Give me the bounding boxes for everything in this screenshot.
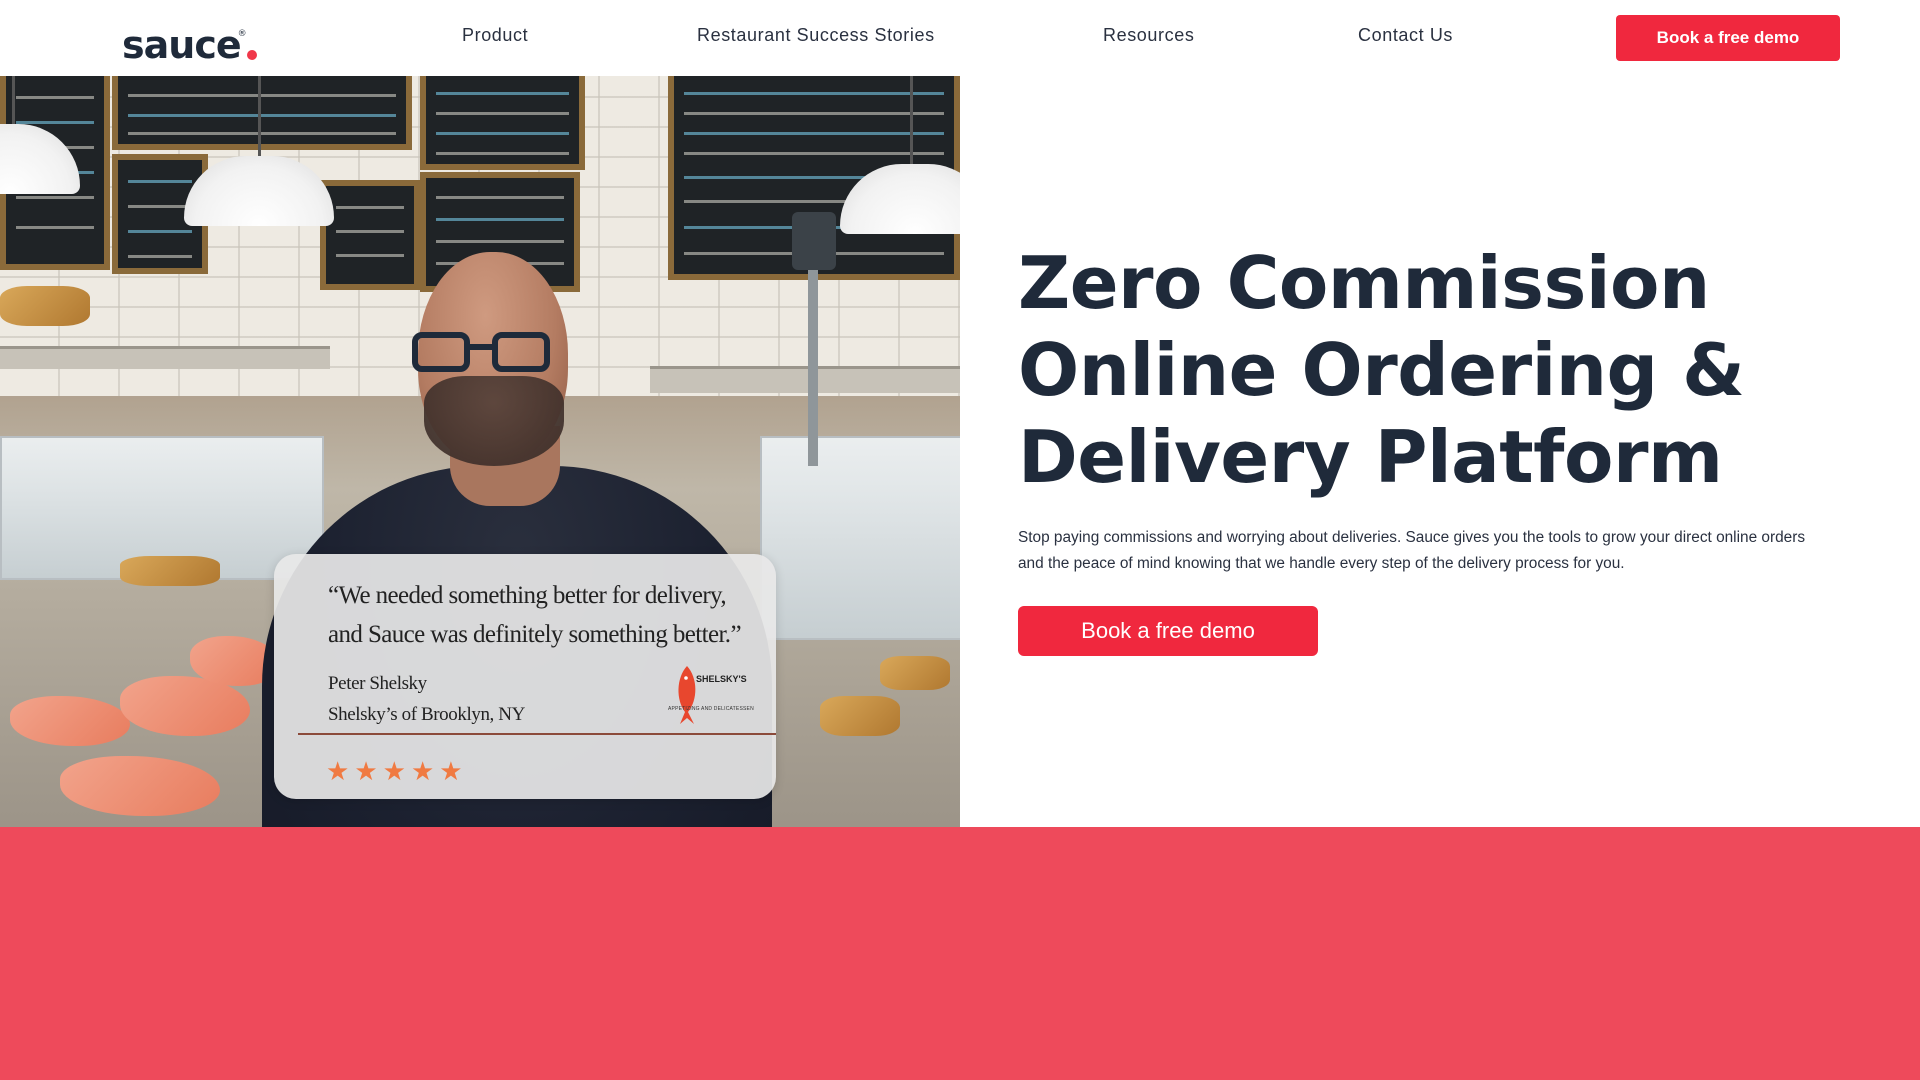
- menu-board: [320, 180, 420, 290]
- testimonial-card: “We needed something better for delivery…: [274, 554, 776, 799]
- nav-item-resources[interactable]: Resources: [1103, 25, 1194, 46]
- glasses: [412, 332, 558, 376]
- menu-board: [112, 76, 412, 150]
- bottom-color-band: [0, 827, 1920, 1080]
- logo-text: sauce: [122, 23, 242, 67]
- nav-item-contact-us[interactable]: Contact Us: [1358, 25, 1453, 46]
- testimonial-quote: “We needed something better for delivery…: [328, 582, 742, 648]
- hero-photo: “We needed something better for delivery…: [0, 76, 960, 827]
- scale: [792, 212, 836, 270]
- star-icon: ★: [354, 756, 378, 786]
- star-rating: ★ ★ ★ ★ ★: [326, 758, 468, 784]
- hero-description: Stop paying commissions and worrying abo…: [1018, 529, 1806, 572]
- nav-item-restaurant-success-stories[interactable]: Restaurant Success Stories: [697, 25, 935, 46]
- star-icon: ★: [326, 756, 350, 786]
- badge-subtitle: APPETIZING AND DELICATESSEN: [668, 706, 754, 712]
- book-demo-header-button[interactable]: Book a free demo: [1616, 15, 1840, 61]
- site-header: sauce® Product Restaurant Success Storie…: [0, 0, 1920, 76]
- testimonial-name: Peter Shelsky: [328, 673, 427, 694]
- star-icon: ★: [410, 756, 435, 786]
- star-icon: ★: [382, 756, 406, 786]
- logo-dot-icon: [246, 50, 257, 60]
- sauce-logo[interactable]: sauce®: [122, 14, 257, 65]
- book-demo-hero-button[interactable]: Book a free demo: [1018, 606, 1318, 656]
- nav-item-product[interactable]: Product: [462, 25, 528, 46]
- hero-title-line: Delivery Platform: [1018, 415, 1723, 499]
- star-icon: ★: [439, 756, 463, 786]
- testimonial-place: Shelsky’s of Brooklyn, NY: [328, 704, 525, 725]
- hero-title-line: Online Ordering &: [1018, 328, 1745, 412]
- menu-board: [420, 76, 585, 170]
- hero-title-line: Zero Commission: [1018, 241, 1710, 325]
- badge-title: SHELSKY'S: [696, 674, 747, 684]
- hero-title: Zero Commission Online Ordering & Delive…: [1018, 240, 1838, 501]
- display-case: [760, 436, 960, 640]
- shelskys-badge: SHELSKY'S APPETIZING AND DELICATESSEN: [668, 664, 754, 726]
- registered-mark: ®: [237, 29, 247, 39]
- card-divider: [298, 733, 776, 735]
